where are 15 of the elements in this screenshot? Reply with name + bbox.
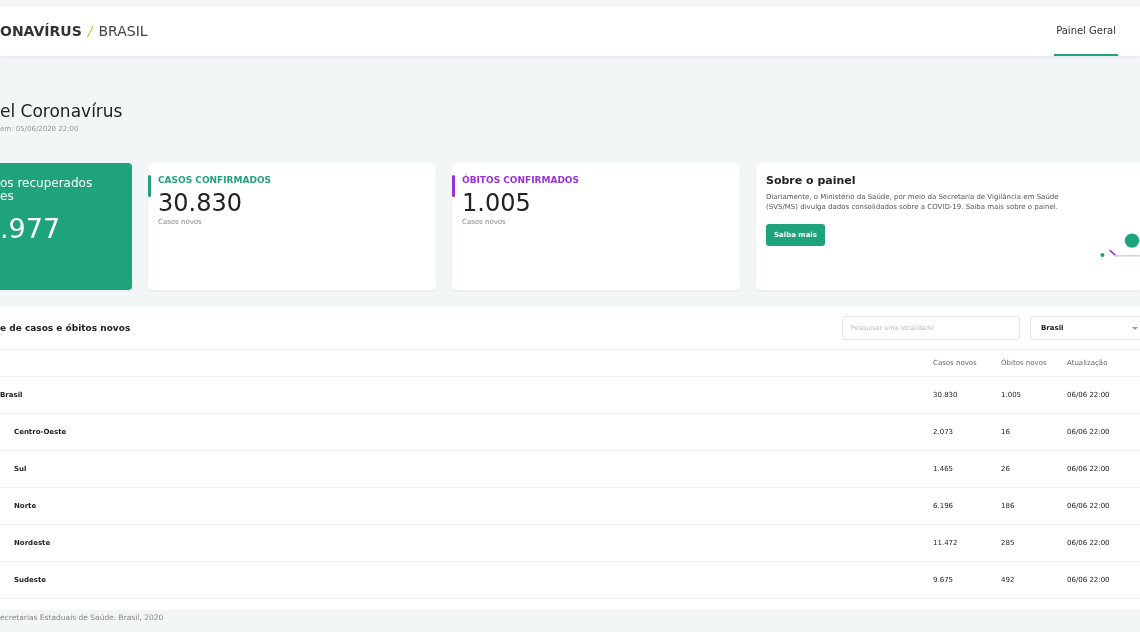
card-title: es [0,190,15,203]
table-title: e de casos e óbitos novos [0,323,132,333]
logo-text: ONAVÍRUS [0,23,82,39]
page-title: el Coronavírus [0,101,124,121]
card-value: 1.005 [462,189,532,217]
card-title: os recuperados [0,177,94,190]
card-title: Sobre o painel [766,174,857,187]
caret-icon [1132,326,1138,330]
card-value: 30.830 [158,189,243,217]
nav-tab[interactable]: Painel Geral [1054,6,1118,56]
card-title: ÓBITOS CONFIRMADOS [462,175,580,185]
logo-text: BRASIL [98,23,148,39]
card-title: CASOS CONFIRMADOS [158,175,273,185]
card-value: .977 [0,213,62,244]
logo-slash: / [87,23,93,39]
